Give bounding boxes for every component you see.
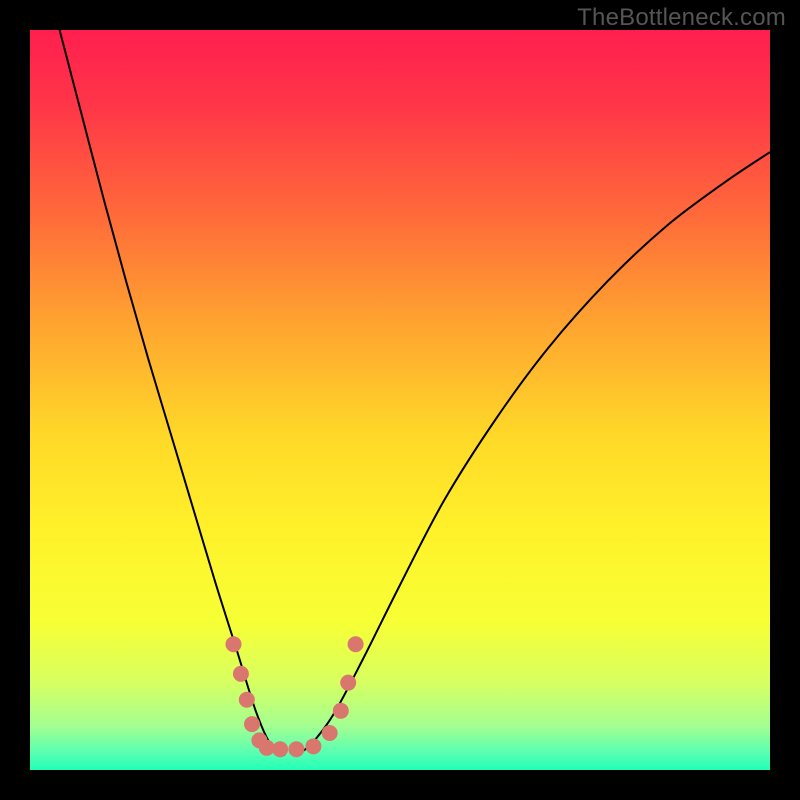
marker-dot [340, 675, 356, 691]
marker-dot [322, 725, 338, 741]
marker-dot [348, 636, 364, 652]
marker-dot [272, 741, 288, 757]
marker-dot [239, 692, 255, 708]
gradient-background [30, 30, 770, 770]
watermark-label: TheBottleneck.com [577, 4, 786, 32]
marker-dot [226, 636, 242, 652]
marker-dot [233, 666, 249, 682]
marker-dot [305, 738, 321, 754]
plot-svg [30, 30, 770, 770]
marker-dot [244, 716, 260, 732]
marker-dot [288, 741, 304, 757]
marker-dot [333, 703, 349, 719]
plot-area [30, 30, 770, 770]
chart-frame: TheBottleneck.com [0, 0, 800, 800]
